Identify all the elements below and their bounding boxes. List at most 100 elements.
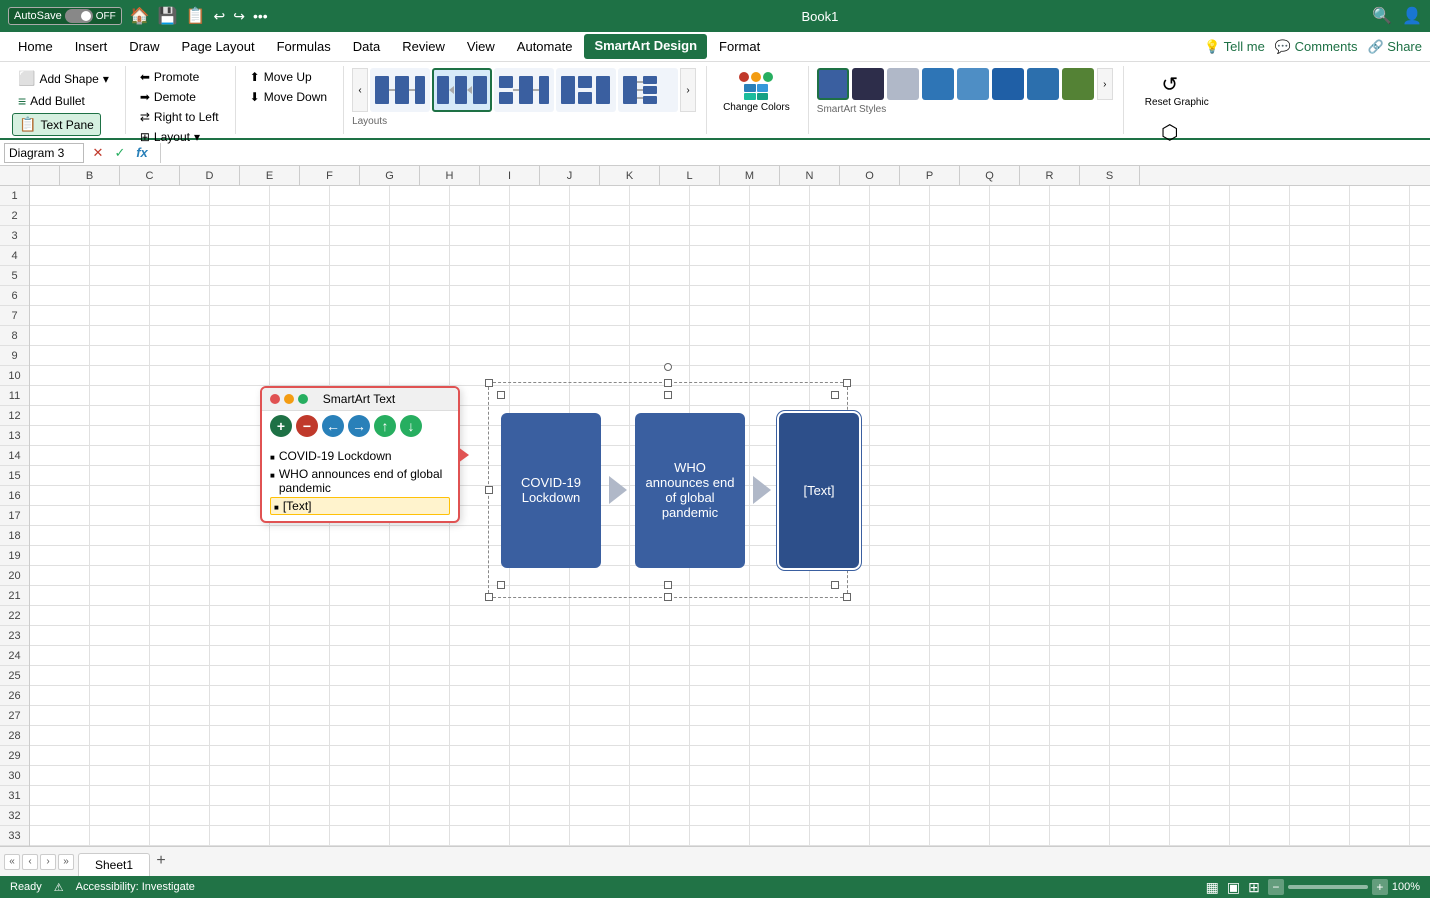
promote-button[interactable]: ⬅ Promote	[134, 68, 205, 86]
panel-right-btn[interactable]: →	[348, 415, 370, 437]
more-options-icon[interactable]: •••	[253, 8, 268, 24]
handle-middle-left[interactable]	[485, 486, 493, 494]
layout-thumb-5[interactable]	[618, 68, 678, 112]
zoom-out-button[interactable]: −	[1268, 879, 1284, 895]
smartart-shape-2[interactable]: WHO announces end of global pandemic	[635, 413, 745, 568]
style-swatch-3[interactable]	[887, 68, 919, 100]
user-icon[interactable]: 👤	[1402, 6, 1422, 26]
text-pane-button[interactable]: 📋 Text Pane	[12, 113, 101, 136]
add-sheet-button[interactable]: +	[150, 850, 172, 872]
panel-down-btn[interactable]: ↓	[400, 415, 422, 437]
change-colors-button[interactable]: Change Colors	[715, 68, 798, 117]
handle-top-center[interactable]	[664, 379, 672, 387]
normal-view-icon[interactable]: ▦	[1206, 879, 1219, 896]
text-item-3[interactable]: ■ [Text]	[270, 497, 450, 515]
autosave-badge[interactable]: AutoSave OFF	[8, 7, 122, 25]
tab-draw[interactable]: Draw	[119, 35, 169, 58]
shape-3-handle-br[interactable]	[831, 581, 839, 589]
comments-btn[interactable]: 💬 Comments	[1275, 39, 1358, 55]
text-item-2-label: WHO announces end of global pandemic	[279, 467, 450, 495]
tab-smartart-design[interactable]: SmartArt Design	[584, 34, 707, 59]
tab-view[interactable]: View	[457, 35, 505, 58]
move-up-button[interactable]: ⬆ Move Up	[244, 68, 318, 86]
tab-page-layout[interactable]: Page Layout	[172, 35, 265, 58]
function-btn[interactable]: fx	[132, 143, 152, 163]
sheet-nav-last[interactable]: »	[58, 854, 74, 870]
styles-nav-btn[interactable]: ›	[1097, 68, 1113, 100]
zoom-in-button[interactable]: +	[1372, 879, 1388, 895]
smartart-shape-1[interactable]: COVID-19 Lockdown	[501, 413, 601, 568]
share-btn[interactable]: 🔗 Share	[1367, 39, 1422, 55]
shape-3-handle-tc[interactable]	[664, 391, 672, 399]
style-swatch-4[interactable]	[922, 68, 954, 100]
save-icon[interactable]: 💾	[158, 6, 178, 26]
text-item-1[interactable]: ■ COVID-19 Lockdown	[270, 447, 450, 465]
add-bullet-button[interactable]: ≡ Add Bullet	[12, 91, 91, 111]
search-icon[interactable]: 🔍	[1372, 6, 1392, 26]
tab-formulas[interactable]: Formulas	[267, 35, 341, 58]
shape-3-handle-tr[interactable]	[831, 391, 839, 399]
handle-bottom-left[interactable]	[485, 593, 493, 601]
cancel-formula-btn[interactable]: ✕	[88, 143, 108, 163]
confirm-formula-btn[interactable]: ✓	[110, 143, 130, 163]
page-break-view-icon[interactable]: ⊞	[1248, 879, 1260, 896]
panel-add-btn[interactable]: +	[270, 415, 292, 437]
tab-format[interactable]: Format	[709, 35, 770, 58]
reset-graphic-button[interactable]: ↺ Reset Graphic	[1137, 68, 1203, 112]
sheet-tab-sheet1[interactable]: Sheet1	[78, 853, 150, 876]
right-to-left-button[interactable]: ⇄ Right to Left	[134, 108, 225, 126]
tab-home[interactable]: Home	[8, 35, 63, 58]
smartart-selection-box[interactable]: COVID-19 Lockdown WHO announces end of g…	[488, 382, 848, 598]
save-alt-icon[interactable]: 📋	[186, 6, 206, 26]
tab-automate[interactable]: Automate	[507, 35, 583, 58]
layout-thumb-4[interactable]	[556, 68, 616, 112]
panel-remove-btn[interactable]: −	[296, 415, 318, 437]
style-swatch-1[interactable]	[817, 68, 849, 100]
tab-data[interactable]: Data	[343, 35, 390, 58]
add-shape-button[interactable]: ⬜ Add Shape ▾	[12, 68, 115, 89]
layout-thumb-3[interactable]	[494, 68, 554, 112]
move-down-button[interactable]: ⬇ Move Down	[244, 88, 333, 106]
dot-yellow[interactable]	[284, 394, 294, 404]
zoom-slider[interactable]	[1288, 885, 1368, 889]
shape-3-handle-tl[interactable]	[497, 391, 505, 399]
shape-3-handle-bc[interactable]	[664, 581, 672, 589]
dot-red[interactable]	[270, 394, 280, 404]
accessibility-status[interactable]: Accessibility: Investigate	[76, 881, 195, 893]
page-layout-view-icon[interactable]: ▣	[1227, 879, 1240, 896]
handle-bottom-right[interactable]	[843, 593, 851, 601]
smartart-shape-3[interactable]: [Text]	[779, 413, 859, 568]
name-box[interactable]	[4, 143, 84, 163]
undo-icon[interactable]: ↩	[213, 8, 225, 25]
style-swatch-5[interactable]	[957, 68, 989, 100]
panel-up-btn[interactable]: ↑	[374, 415, 396, 437]
dot-green[interactable]	[298, 394, 308, 404]
grid-background[interactable]: 1 2 3 4 5 6 7 8 9 10 11 12 13 14 15 16 1	[0, 186, 1430, 846]
tab-insert[interactable]: Insert	[65, 35, 118, 58]
style-swatch-7[interactable]	[1027, 68, 1059, 100]
layout-prev-btn[interactable]: ‹	[352, 68, 368, 112]
style-swatch-2[interactable]	[852, 68, 884, 100]
layout-thumb-2[interactable]	[432, 68, 492, 112]
rotate-handle[interactable]	[664, 363, 672, 371]
home-icon[interactable]: 🏠	[130, 6, 150, 26]
shape-3-handle-bl[interactable]	[497, 581, 505, 589]
formula-input[interactable]	[169, 144, 1426, 162]
sheet-nav-next[interactable]: ›	[40, 854, 56, 870]
layout-next-btn[interactable]: ›	[680, 68, 696, 112]
text-item-2[interactable]: ■ WHO announces end of global pandemic	[270, 465, 450, 497]
layout-thumb-1[interactable]	[370, 68, 430, 112]
autosave-toggle[interactable]	[65, 9, 93, 23]
handle-top-left[interactable]	[485, 379, 493, 387]
style-swatch-8[interactable]	[1062, 68, 1094, 100]
sheet-nav-first[interactable]: «	[4, 854, 20, 870]
handle-bottom-center[interactable]	[664, 593, 672, 601]
panel-left-btn[interactable]: ←	[322, 415, 344, 437]
sheet-nav-prev[interactable]: ‹	[22, 854, 38, 870]
handle-top-right[interactable]	[843, 379, 851, 387]
tell-me-btn[interactable]: 💡 Tell me	[1204, 39, 1265, 55]
demote-button[interactable]: ➡ Demote	[134, 88, 202, 106]
style-swatch-6[interactable]	[992, 68, 1024, 100]
redo-icon[interactable]: ↪	[233, 8, 245, 25]
tab-review[interactable]: Review	[392, 35, 455, 58]
